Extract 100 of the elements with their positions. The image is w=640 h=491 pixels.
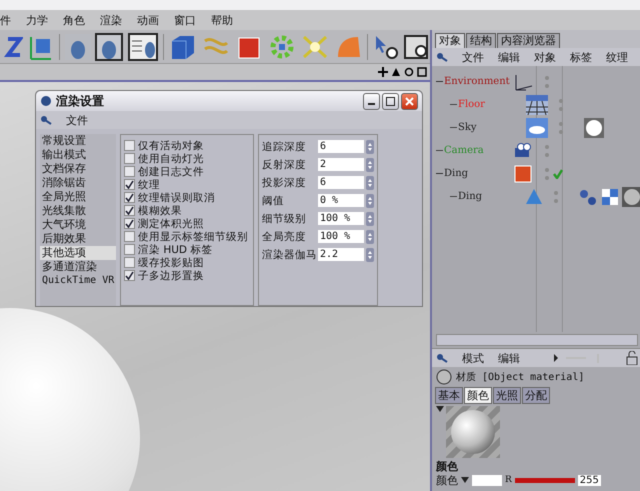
tab[interactable]: 结构 bbox=[466, 33, 496, 48]
material-sphere-icon[interactable] bbox=[622, 186, 640, 206]
spinner-icon[interactable] bbox=[366, 194, 374, 208]
rotate-icon[interactable] bbox=[404, 67, 414, 77]
menu-item[interactable]: 动画 bbox=[137, 12, 159, 28]
check-icon[interactable] bbox=[553, 168, 563, 178]
spinner-icon[interactable] bbox=[366, 158, 374, 172]
checkbox-label: 缓存投影贴图 bbox=[138, 256, 204, 270]
spinner-icon[interactable] bbox=[366, 230, 374, 244]
texture-tag-icon[interactable] bbox=[600, 186, 620, 206]
move-icon[interactable] bbox=[378, 67, 388, 77]
visibility-dots-icon[interactable] bbox=[544, 74, 550, 88]
scrollbar[interactable] bbox=[436, 334, 638, 346]
checkbox[interactable] bbox=[124, 140, 135, 151]
spinner-icon[interactable] bbox=[366, 248, 374, 262]
checkbox[interactable] bbox=[124, 166, 135, 177]
nav-item[interactable]: 光线集散 bbox=[40, 204, 116, 218]
checkbox-label: 渲染 HUD 标签 bbox=[138, 242, 212, 256]
color-swatch[interactable] bbox=[472, 474, 502, 486]
nav-item[interactable]: 常规设置 bbox=[40, 134, 116, 148]
number-field[interactable]: 0 % bbox=[318, 194, 364, 207]
checkbox[interactable] bbox=[124, 153, 135, 164]
render-view-icon[interactable] bbox=[94, 32, 124, 60]
tab[interactable]: 分配 bbox=[522, 387, 550, 404]
tab[interactable]: 基本 bbox=[435, 387, 463, 404]
visibility-dots-icon[interactable] bbox=[558, 98, 564, 112]
number-field[interactable]: 6 bbox=[318, 140, 364, 153]
field-label: 渲染器伽马 bbox=[262, 248, 316, 262]
tab[interactable]: 光照 bbox=[493, 387, 521, 404]
tab[interactable]: 对象 bbox=[435, 33, 465, 48]
menu-item[interactable]: 渲染 bbox=[100, 12, 122, 28]
field-label: 追踪深度 bbox=[262, 140, 307, 154]
spinner-icon[interactable] bbox=[366, 176, 374, 190]
menu-item[interactable]: 标签 bbox=[570, 50, 592, 64]
visibility-dots-icon[interactable] bbox=[558, 120, 564, 134]
object-name[interactable]: Ding bbox=[444, 168, 468, 179]
maximize-button[interactable] bbox=[382, 92, 399, 110]
checkbox[interactable] bbox=[124, 179, 135, 190]
checkbox[interactable] bbox=[124, 231, 135, 242]
dropdown-icon[interactable] bbox=[461, 477, 469, 483]
nav-item[interactable]: 消除锯齿 bbox=[40, 176, 116, 190]
nav-item[interactable]: 输出模式 bbox=[40, 148, 116, 162]
menu-item[interactable]: 件 bbox=[0, 12, 11, 28]
material-preview bbox=[446, 406, 500, 458]
render-settings-icon[interactable] bbox=[128, 32, 159, 60]
material-title: 材质 [Object material] bbox=[456, 370, 584, 384]
menu-item[interactable]: 纹理 bbox=[606, 50, 628, 64]
nav-item[interactable]: 大气环境 bbox=[40, 218, 116, 232]
menu-item[interactable]: 窗口 bbox=[174, 12, 196, 28]
menu-item[interactable]: 角色 bbox=[63, 12, 85, 28]
nav-item[interactable]: 文档保存 bbox=[40, 162, 116, 176]
nav-item[interactable]: 多通道渲染 bbox=[40, 260, 116, 274]
checkbox[interactable] bbox=[124, 192, 135, 203]
tab[interactable]: 颜色 bbox=[464, 387, 492, 404]
value-field[interactable]: 255 bbox=[578, 474, 601, 486]
menu-item[interactable]: 模式 bbox=[462, 350, 484, 366]
menu-item[interactable]: 编辑 bbox=[498, 50, 520, 64]
nav-item[interactable]: QuickTime VR bbox=[40, 274, 116, 288]
number-field[interactable]: 6 bbox=[318, 176, 364, 189]
close-button[interactable] bbox=[401, 92, 418, 110]
checkbox[interactable] bbox=[124, 244, 135, 255]
object-name[interactable]: Ding bbox=[458, 191, 482, 202]
checkbox-label: 创建日志文件 bbox=[138, 164, 204, 178]
number-field[interactable]: 100 % bbox=[318, 212, 364, 225]
minimize-button[interactable] bbox=[363, 92, 380, 110]
visibility-dots-icon[interactable] bbox=[544, 144, 550, 158]
slider-fill[interactable] bbox=[514, 478, 575, 482]
tree-line bbox=[450, 104, 457, 105]
menu-item[interactable]: 文件 bbox=[66, 112, 88, 128]
checkbox[interactable] bbox=[124, 270, 135, 281]
visibility-dots-icon[interactable] bbox=[553, 190, 560, 204]
spinner-icon[interactable] bbox=[366, 212, 374, 226]
cube-icon bbox=[512, 164, 534, 184]
checkbox[interactable] bbox=[124, 257, 135, 268]
nav-item[interactable]: 后期效果 bbox=[40, 232, 116, 246]
object-name[interactable]: Sky bbox=[458, 122, 477, 133]
spinner-icon[interactable] bbox=[366, 140, 374, 154]
number-field[interactable]: 2.2 bbox=[318, 248, 364, 261]
dropdown-icon[interactable] bbox=[436, 406, 444, 412]
checkbox[interactable] bbox=[124, 205, 135, 216]
menu-item[interactable]: 文件 bbox=[462, 50, 484, 64]
maximize-icon[interactable] bbox=[417, 67, 427, 77]
tab[interactable]: 内容浏览器 bbox=[497, 33, 560, 48]
panel-help-icon[interactable] bbox=[402, 32, 430, 60]
app-icon bbox=[40, 95, 52, 107]
section-title: 颜色 bbox=[434, 460, 459, 473]
menu-item[interactable]: 编辑 bbox=[498, 350, 520, 366]
checkbox[interactable] bbox=[124, 218, 135, 229]
menu-item[interactable]: 力学 bbox=[26, 12, 48, 28]
number-field[interactable]: 100 % bbox=[318, 230, 364, 243]
lock-icon[interactable] bbox=[626, 351, 638, 365]
triangle-icon[interactable] bbox=[391, 67, 401, 77]
nav-item[interactable]: 全局光照 bbox=[40, 190, 116, 204]
number-field[interactable]: 2 bbox=[318, 158, 364, 171]
sphere-tag-icon[interactable] bbox=[584, 118, 604, 138]
visibility-dots-icon[interactable] bbox=[544, 166, 550, 180]
menu-item[interactable]: 帮助 bbox=[211, 12, 233, 28]
close-icon bbox=[405, 96, 414, 106]
menu-item[interactable]: 对象 bbox=[534, 50, 556, 64]
nav-item[interactable]: 其他选项 bbox=[40, 246, 116, 260]
